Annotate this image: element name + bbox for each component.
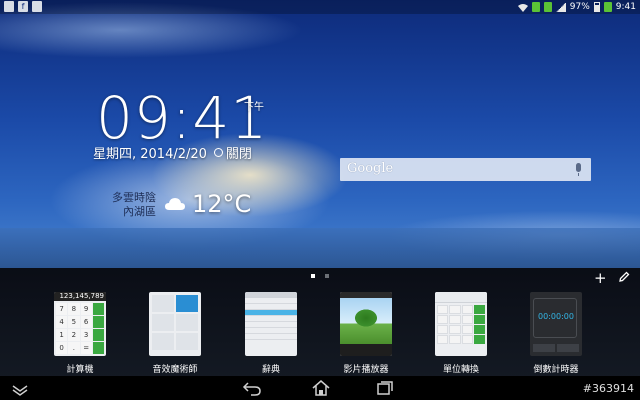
navigation-bar: #363914 xyxy=(0,376,640,400)
calculator-thumbnail: 123,145,789 7 8 9 4 5 6 1 2 3 0 . = xyxy=(54,292,106,356)
app-audio-wizard[interactable]: 音效魔術師 xyxy=(143,292,207,375)
calc-key: . xyxy=(68,342,80,354)
weather-location: 內湖區 xyxy=(123,205,156,218)
weather-condition: 多雲時陰 xyxy=(112,191,156,204)
calc-key-op xyxy=(92,316,104,328)
notification-icon xyxy=(4,1,14,12)
audio-wizard-thumbnail xyxy=(149,292,201,356)
calc-key: = xyxy=(80,342,92,354)
calc-key: 2 xyxy=(68,329,80,341)
google-search-bar[interactable]: Google xyxy=(340,158,591,181)
calculator-display: 123,145,789 xyxy=(54,292,106,301)
calc-key: 5 xyxy=(68,316,80,328)
watermark: #363914 xyxy=(582,382,634,395)
battery-percent: 97% xyxy=(569,2,590,12)
home-icon[interactable] xyxy=(311,380,331,396)
clock-ampm: 下午 xyxy=(244,102,264,113)
calc-key: 8 xyxy=(68,303,80,315)
audio-mode-tile xyxy=(152,333,174,350)
app-countdown-timer[interactable]: 00:00:00 倒數計時器 xyxy=(524,292,588,375)
back-icon[interactable] xyxy=(242,380,262,396)
audio-mode-tile xyxy=(152,314,174,331)
unit-converter-thumbnail xyxy=(435,292,487,356)
wallpaper-sea xyxy=(0,228,640,268)
sync-icon xyxy=(531,2,540,12)
calc-key-op xyxy=(92,342,104,354)
app-dictionary[interactable]: 辭典 xyxy=(239,292,303,375)
audio-mode-tile xyxy=(176,333,198,350)
charging-icon xyxy=(603,2,612,12)
wifi-icon xyxy=(517,3,528,12)
cloud-icon xyxy=(165,198,185,210)
audio-mode-tile-selected xyxy=(176,295,198,312)
microphone-icon[interactable] xyxy=(576,163,581,176)
app-label: 倒數計時器 xyxy=(533,365,579,375)
document-icon xyxy=(32,1,42,12)
calc-key: 4 xyxy=(56,316,68,328)
clock-date: 星期四, 2014/2/20 xyxy=(93,147,207,162)
weather-description[interactable]: 多雲時陰 內湖區 xyxy=(112,191,156,219)
page-indicator xyxy=(325,274,329,278)
clock-date-row[interactable]: 星期四, 2014/2/20 關閉 xyxy=(93,143,252,162)
video-controls xyxy=(340,344,392,356)
clock-time[interactable]: 09:41 xyxy=(96,88,268,148)
plus-icon[interactable]: + xyxy=(594,271,607,286)
calc-key: 1 xyxy=(56,329,68,341)
app-label: 計算機 xyxy=(66,365,94,375)
status-time: 9:41 xyxy=(615,2,636,12)
app-label: 辭典 xyxy=(261,365,280,375)
video-preview-image xyxy=(340,298,392,344)
notification-icons: f xyxy=(4,1,42,12)
timer-display: 00:00:00 xyxy=(538,312,574,321)
calculator-keypad: 7 8 9 4 5 6 1 2 3 0 . = xyxy=(54,301,106,356)
weather-temperature[interactable]: 12°C xyxy=(192,190,251,218)
app-video-player[interactable]: 影片播放器 xyxy=(334,292,398,375)
app-label: 影片播放器 xyxy=(343,365,389,375)
google-logo: Google xyxy=(347,161,394,176)
widget-drawer: + 123,145,789 7 8 9 4 5 6 1 2 3 0 . = 計算… xyxy=(0,268,640,376)
calc-key: 6 xyxy=(80,316,92,328)
alarm-status: 關閉 xyxy=(225,147,252,162)
calc-key-op xyxy=(92,329,104,341)
video-player-thumbnail xyxy=(340,292,392,356)
facebook-icon: f xyxy=(18,1,28,12)
audio-mode-tile xyxy=(152,295,174,312)
app-label: 音效魔術師 xyxy=(152,365,198,375)
system-icons: 97% 9:41 xyxy=(517,0,636,14)
recent-apps-icon[interactable] xyxy=(375,380,395,396)
calc-key: 0 xyxy=(56,342,68,354)
calc-key: 7 xyxy=(56,303,68,315)
signal-icon xyxy=(555,2,566,12)
status-bar[interactable]: f 97% 9:41 xyxy=(0,0,640,14)
audio-mode-tile xyxy=(176,314,198,331)
app-unit-converter[interactable]: 單位轉換 xyxy=(429,292,493,375)
page-indicator-active xyxy=(311,274,315,278)
battery-icon xyxy=(593,2,600,12)
pencil-icon[interactable] xyxy=(618,271,630,283)
app-label: 單位轉換 xyxy=(442,365,479,375)
app-calculator[interactable]: 123,145,789 7 8 9 4 5 6 1 2 3 0 . = 計算機 xyxy=(48,292,112,375)
calc-key: 3 xyxy=(80,329,92,341)
calc-key-op xyxy=(92,303,104,315)
countdown-timer-thumbnail: 00:00:00 xyxy=(530,292,582,356)
download-icon xyxy=(543,2,552,12)
dictionary-thumbnail xyxy=(245,292,297,356)
alarm-clock-icon xyxy=(213,148,223,157)
calc-key: 9 xyxy=(80,303,92,315)
collapse-icon[interactable] xyxy=(10,380,30,396)
